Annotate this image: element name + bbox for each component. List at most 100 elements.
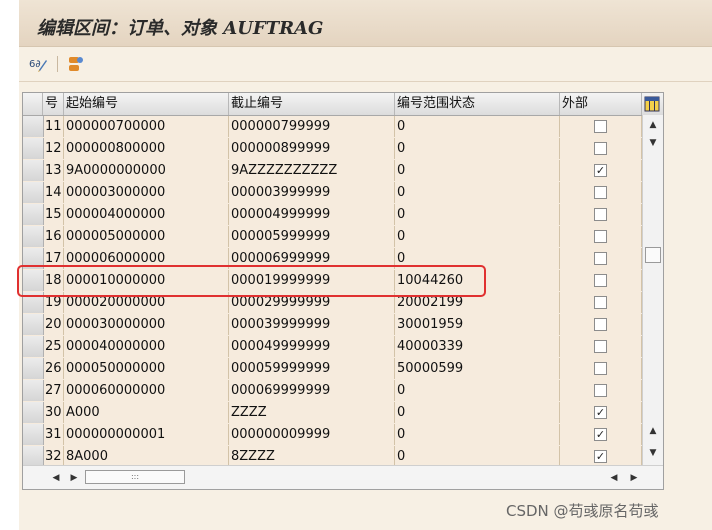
- cell-no[interactable]: 13: [43, 160, 64, 181]
- table-row[interactable]: 27 000060000000 000069999999 0: [23, 380, 642, 403]
- table-row[interactable]: 13 9A0000000000 9AZZZZZZZZZZ 0 ✓: [23, 160, 642, 183]
- cell-end[interactable]: 000005999999: [229, 226, 395, 247]
- row-selector[interactable]: [23, 402, 44, 423]
- vertical-scrollbar[interactable]: ▲ ▼ ▲ ▼: [642, 115, 663, 465]
- cell-status[interactable]: 0: [395, 160, 560, 181]
- external-checkbox[interactable]: [594, 362, 607, 375]
- cell-end[interactable]: 8ZZZZ: [229, 446, 395, 467]
- cell-end[interactable]: 000000009999: [229, 424, 395, 445]
- cell-start[interactable]: 000004000000: [64, 204, 229, 225]
- external-checkbox[interactable]: [594, 318, 607, 331]
- cell-end[interactable]: ZZZZ: [229, 402, 395, 423]
- cell-start[interactable]: 000003000000: [64, 182, 229, 203]
- scroll-left-button[interactable]: ◀: [49, 470, 63, 486]
- row-selector[interactable]: [23, 160, 44, 181]
- col-header-start[interactable]: 起始编号: [64, 93, 229, 115]
- scroll-right-button[interactable]: ▶: [67, 470, 81, 486]
- row-selector[interactable]: [23, 204, 44, 225]
- col-header-status[interactable]: 编号范围状态: [395, 93, 560, 115]
- column-config-button[interactable]: [642, 93, 663, 115]
- cell-end[interactable]: 000000899999: [229, 138, 395, 159]
- cell-no[interactable]: 11: [43, 116, 64, 137]
- cell-start[interactable]: 000060000000: [64, 380, 229, 401]
- external-checkbox[interactable]: [594, 142, 607, 155]
- col-header-end[interactable]: 截止编号: [229, 93, 395, 115]
- external-checkbox[interactable]: [594, 274, 607, 287]
- cell-status[interactable]: 0: [395, 402, 560, 423]
- cell-end[interactable]: 000049999999: [229, 336, 395, 357]
- row-selector[interactable]: [23, 424, 44, 445]
- cell-no[interactable]: 20: [43, 314, 64, 335]
- table-row[interactable]: 31 000000000001 000000009999 0 ✓: [23, 424, 642, 447]
- table-row[interactable]: 12 000000800000 000000899999 0: [23, 138, 642, 161]
- cell-start[interactable]: 000000700000: [64, 116, 229, 137]
- cell-end[interactable]: 000039999999: [229, 314, 395, 335]
- cell-no[interactable]: 15: [43, 204, 64, 225]
- external-checkbox[interactable]: ✓: [594, 164, 607, 177]
- cell-end[interactable]: 000069999999: [229, 380, 395, 401]
- row-selector[interactable]: [23, 446, 44, 467]
- cell-end[interactable]: 000000799999: [229, 116, 395, 137]
- external-checkbox[interactable]: [594, 340, 607, 353]
- row-selector[interactable]: [23, 314, 44, 335]
- external-checkbox[interactable]: ✓: [594, 428, 607, 441]
- cell-status[interactable]: 0: [395, 204, 560, 225]
- table-row[interactable]: 25 000040000000 000049999999 40000339: [23, 336, 642, 359]
- cell-end[interactable]: 9AZZZZZZZZZZ: [229, 160, 395, 181]
- external-checkbox[interactable]: [594, 384, 607, 397]
- cell-start[interactable]: 000040000000: [64, 336, 229, 357]
- cell-no[interactable]: 25: [43, 336, 64, 357]
- table-row[interactable]: 30 A000 ZZZZ 0 ✓: [23, 402, 642, 425]
- cell-status[interactable]: 0: [395, 380, 560, 401]
- cell-end[interactable]: 000003999999: [229, 182, 395, 203]
- table-row[interactable]: 20 000030000000 000039999999 30001959: [23, 314, 642, 337]
- cell-no[interactable]: 32: [43, 446, 64, 467]
- cell-status[interactable]: 0: [395, 182, 560, 203]
- cell-start[interactable]: 000005000000: [64, 226, 229, 247]
- row-selector[interactable]: [23, 358, 44, 379]
- vertical-scroll-thumb[interactable]: [645, 247, 661, 263]
- horizontal-scroll-thumb[interactable]: :::: [85, 470, 185, 484]
- table-row[interactable]: 15 000004000000 000004999999 0: [23, 204, 642, 227]
- cell-status[interactable]: 0: [395, 138, 560, 159]
- cell-no[interactable]: 14: [43, 182, 64, 203]
- cell-end[interactable]: 000004999999: [229, 204, 395, 225]
- scroll-up-button[interactable]: ▲: [645, 117, 661, 133]
- cell-no[interactable]: 27: [43, 380, 64, 401]
- row-selector[interactable]: [23, 138, 44, 159]
- cell-status[interactable]: 30001959: [395, 314, 560, 335]
- select-all-header[interactable]: [23, 93, 43, 115]
- cell-start[interactable]: 000030000000: [64, 314, 229, 335]
- cell-start[interactable]: 8A000: [64, 446, 229, 467]
- scroll-left-button-right[interactable]: ◀: [607, 470, 621, 486]
- cell-start[interactable]: 000050000000: [64, 358, 229, 379]
- row-selector[interactable]: [23, 116, 44, 137]
- scroll-down-button-bottom[interactable]: ▼: [645, 445, 661, 461]
- scroll-right-button-right[interactable]: ▶: [627, 470, 641, 486]
- external-checkbox[interactable]: ✓: [594, 450, 607, 463]
- external-checkbox[interactable]: [594, 120, 607, 133]
- col-header-no[interactable]: 号: [43, 93, 64, 115]
- external-checkbox[interactable]: [594, 252, 607, 265]
- col-header-external[interactable]: 外部: [560, 93, 642, 115]
- interval-button[interactable]: [64, 53, 86, 75]
- cell-no[interactable]: 30: [43, 402, 64, 423]
- row-selector[interactable]: [23, 336, 44, 357]
- cell-no[interactable]: 16: [43, 226, 64, 247]
- cell-status[interactable]: 0: [395, 424, 560, 445]
- external-checkbox[interactable]: [594, 208, 607, 221]
- cell-no[interactable]: 31: [43, 424, 64, 445]
- scroll-up-button-bottom[interactable]: ▲: [645, 423, 661, 439]
- cell-start[interactable]: 000000800000: [64, 138, 229, 159]
- external-checkbox[interactable]: [594, 296, 607, 309]
- cell-status[interactable]: 40000339: [395, 336, 560, 357]
- cell-no[interactable]: 26: [43, 358, 64, 379]
- external-checkbox[interactable]: [594, 186, 607, 199]
- display-change-button[interactable]: 6∂: [27, 53, 49, 75]
- cell-start[interactable]: A000: [64, 402, 229, 423]
- table-row[interactable]: 26 000050000000 000059999999 50000599: [23, 358, 642, 381]
- table-row[interactable]: 14 000003000000 000003999999 0: [23, 182, 642, 205]
- external-checkbox[interactable]: [594, 230, 607, 243]
- cell-status[interactable]: 50000599: [395, 358, 560, 379]
- cell-start[interactable]: 9A0000000000: [64, 160, 229, 181]
